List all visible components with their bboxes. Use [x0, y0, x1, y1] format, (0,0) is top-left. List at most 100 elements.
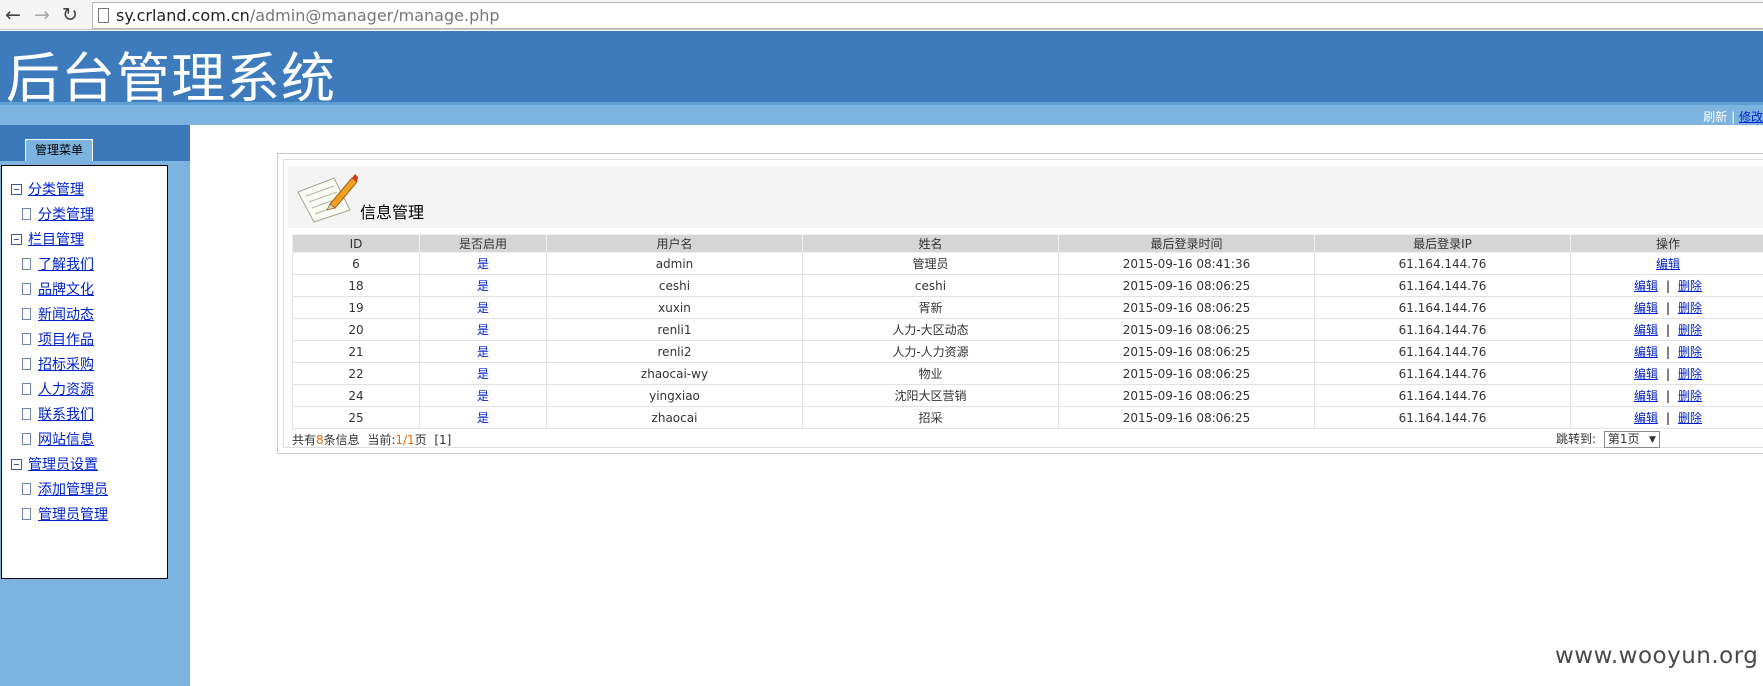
sidebar-tab-menu[interactable]: 管理菜单 — [25, 139, 93, 161]
cell-id: 20 — [292, 318, 420, 341]
edit-link[interactable]: 编辑 — [1634, 367, 1658, 381]
table-row: 24 是 yingxiao 沈阳大区营销 2015-09-16 08:06:25 61.1… — [292, 384, 1763, 407]
subbar-links: 刷新 | 修改 — [1703, 108, 1763, 125]
menu-group-column[interactable]: 栏目管理 — [11, 229, 84, 249]
sidebar-menu: 分类管理 分类管理 栏目管理 了解我们 品牌文化 新闻动态 项目作品 招标采购 … — [1, 165, 168, 579]
delete-link[interactable]: 删除 — [1678, 411, 1702, 425]
delete-link[interactable]: 删除 — [1678, 367, 1702, 381]
collapse-icon[interactable] — [11, 184, 22, 195]
back-icon[interactable]: ← — [1, 3, 25, 27]
cell-username: renli2 — [546, 340, 803, 363]
cell-name: 物业 — [802, 362, 1059, 385]
cell-name: ceshi — [802, 274, 1059, 297]
collapse-icon[interactable] — [11, 234, 22, 245]
cell-operations: 编辑 | 删除 — [1570, 384, 1763, 407]
menu-item-hr[interactable]: 人力资源 — [22, 379, 94, 399]
cell-last-login: 2015-09-16 08:06:25 — [1058, 340, 1315, 363]
cell-last-login: 2015-09-16 08:06:25 — [1058, 296, 1315, 319]
jump-label: 跳转到: — [1556, 432, 1597, 446]
edit-link[interactable]: 编辑 — [1634, 279, 1658, 293]
column-header: 最后登录IP — [1314, 234, 1571, 253]
edit-link[interactable]: 编辑 — [1634, 323, 1658, 337]
notepad-pencil-icon — [297, 174, 358, 223]
document-icon — [22, 433, 31, 445]
menu-item-brand[interactable]: 品牌文化 — [22, 279, 94, 299]
cell-username: zhaocai — [546, 406, 803, 429]
cell-id: 6 — [292, 252, 420, 275]
cell-last-login: 2015-09-16 08:06:25 — [1058, 406, 1315, 429]
cell-name: 沈阳大区营销 — [802, 384, 1059, 407]
menu-item-contact[interactable]: 联系我们 — [22, 404, 94, 424]
menu-group-admin[interactable]: 管理员设置 — [11, 454, 98, 474]
menu-group-category[interactable]: 分类管理 — [11, 179, 84, 199]
edit-link[interactable]: 编辑 — [1634, 411, 1658, 425]
cell-last-login: 2015-09-16 08:41:36 — [1058, 252, 1315, 275]
cell-enabled: 是 — [419, 318, 547, 341]
menu-item-admin-manage[interactable]: 管理员管理 — [22, 504, 108, 524]
cell-last-login: 2015-09-16 08:06:25 — [1058, 274, 1315, 297]
refresh-link[interactable]: 刷新 — [1703, 110, 1727, 124]
menu-item-news[interactable]: 新闻动态 — [22, 304, 94, 324]
delete-link[interactable]: 删除 — [1678, 323, 1702, 337]
forward-icon[interactable]: → — [30, 3, 54, 27]
op-separator: | — [1665, 389, 1671, 403]
op-separator: | — [1665, 367, 1671, 381]
op-separator: | — [1665, 279, 1671, 293]
menu-item-projects[interactable]: 项目作品 — [22, 329, 94, 349]
menu-item-add-admin[interactable]: 添加管理员 — [22, 479, 108, 499]
edit-link[interactable]: 修改 — [1739, 110, 1763, 124]
cell-last-login: 2015-09-16 08:06:25 — [1058, 384, 1315, 407]
cell-enabled: 是 — [419, 340, 547, 363]
cell-enabled: 是 — [419, 274, 547, 297]
document-icon — [22, 508, 31, 520]
cell-name: 人力-大区动态 — [802, 318, 1059, 341]
table-row: 25 是 zhaocai 招采 2015-09-16 08:06:25 61.164.14… — [292, 406, 1763, 429]
document-icon — [22, 483, 31, 495]
cell-operations: 编辑 | 删除 — [1570, 318, 1763, 341]
document-icon — [22, 283, 31, 295]
cell-last-login: 2015-09-16 08:06:25 — [1058, 362, 1315, 385]
cell-name: 人力-人力资源 — [802, 340, 1059, 363]
menu-item-bidding[interactable]: 招标采购 — [22, 354, 94, 374]
cell-operations: 编辑 | 删除 — [1570, 362, 1763, 385]
header-subbar: 刷新 | 修改 — [0, 102, 1763, 125]
document-icon — [22, 333, 31, 345]
edit-link[interactable]: 编辑 — [1634, 389, 1658, 403]
delete-link[interactable]: 删除 — [1678, 301, 1702, 315]
cell-username: renli1 — [546, 318, 803, 341]
cell-enabled: 是 — [419, 296, 547, 319]
cell-enabled: 是 — [419, 384, 547, 407]
subbar-separator: | — [1731, 110, 1736, 124]
edit-link[interactable]: 编辑 — [1634, 345, 1658, 359]
cell-enabled: 是 — [419, 252, 547, 275]
table-header-row: ID 是否启用 用户名 姓名 最后登录时间 最后登录IP 操作 — [292, 234, 1763, 253]
edit-link[interactable]: 编辑 — [1656, 257, 1680, 271]
cell-operations: 编辑 | 删除 — [1570, 296, 1763, 319]
sidebar-tabstrip: 管理菜单 — [0, 125, 190, 161]
cell-id: 22 — [292, 362, 420, 385]
sidebar: 管理菜单 分类管理 分类管理 栏目管理 了解我们 品牌文化 新闻动态 项目作品 … — [0, 125, 190, 686]
address-bar[interactable]: sy.crland.com.cn/admin@manager/manage.ph… — [92, 2, 1763, 29]
document-icon — [22, 383, 31, 395]
cell-name: 管理员 — [802, 252, 1059, 275]
browser-toolbar: ← → ↻ sy.crland.com.cn/admin@manager/man… — [0, 0, 1763, 30]
delete-link[interactable]: 删除 — [1678, 345, 1702, 359]
cell-username: yingxiao — [546, 384, 803, 407]
edit-link[interactable]: 编辑 — [1634, 301, 1658, 315]
op-separator: | — [1665, 301, 1671, 315]
delete-link[interactable]: 删除 — [1678, 279, 1702, 293]
menu-item-category-manage[interactable]: 分类管理 — [22, 204, 94, 224]
cell-enabled: 是 — [419, 362, 547, 385]
collapse-icon[interactable] — [11, 459, 22, 470]
menu-item-site-info[interactable]: 网站信息 — [22, 429, 94, 449]
reload-icon[interactable]: ↻ — [58, 3, 82, 27]
menu-item-about[interactable]: 了解我们 — [22, 254, 94, 274]
page-link[interactable]: [1] — [434, 433, 451, 447]
table-row: 21 是 renli2 人力-人力资源 2015-09-16 08:06:25 61.16… — [292, 340, 1763, 363]
cell-id: 19 — [292, 296, 420, 319]
cell-operations: 编辑 | 删除 — [1570, 274, 1763, 297]
cell-ip: 61.164.144.76 — [1314, 406, 1571, 429]
page-select[interactable]: 第1页 ▼ — [1603, 431, 1660, 448]
cell-operations: 编辑 — [1570, 252, 1763, 275]
delete-link[interactable]: 删除 — [1678, 389, 1702, 403]
